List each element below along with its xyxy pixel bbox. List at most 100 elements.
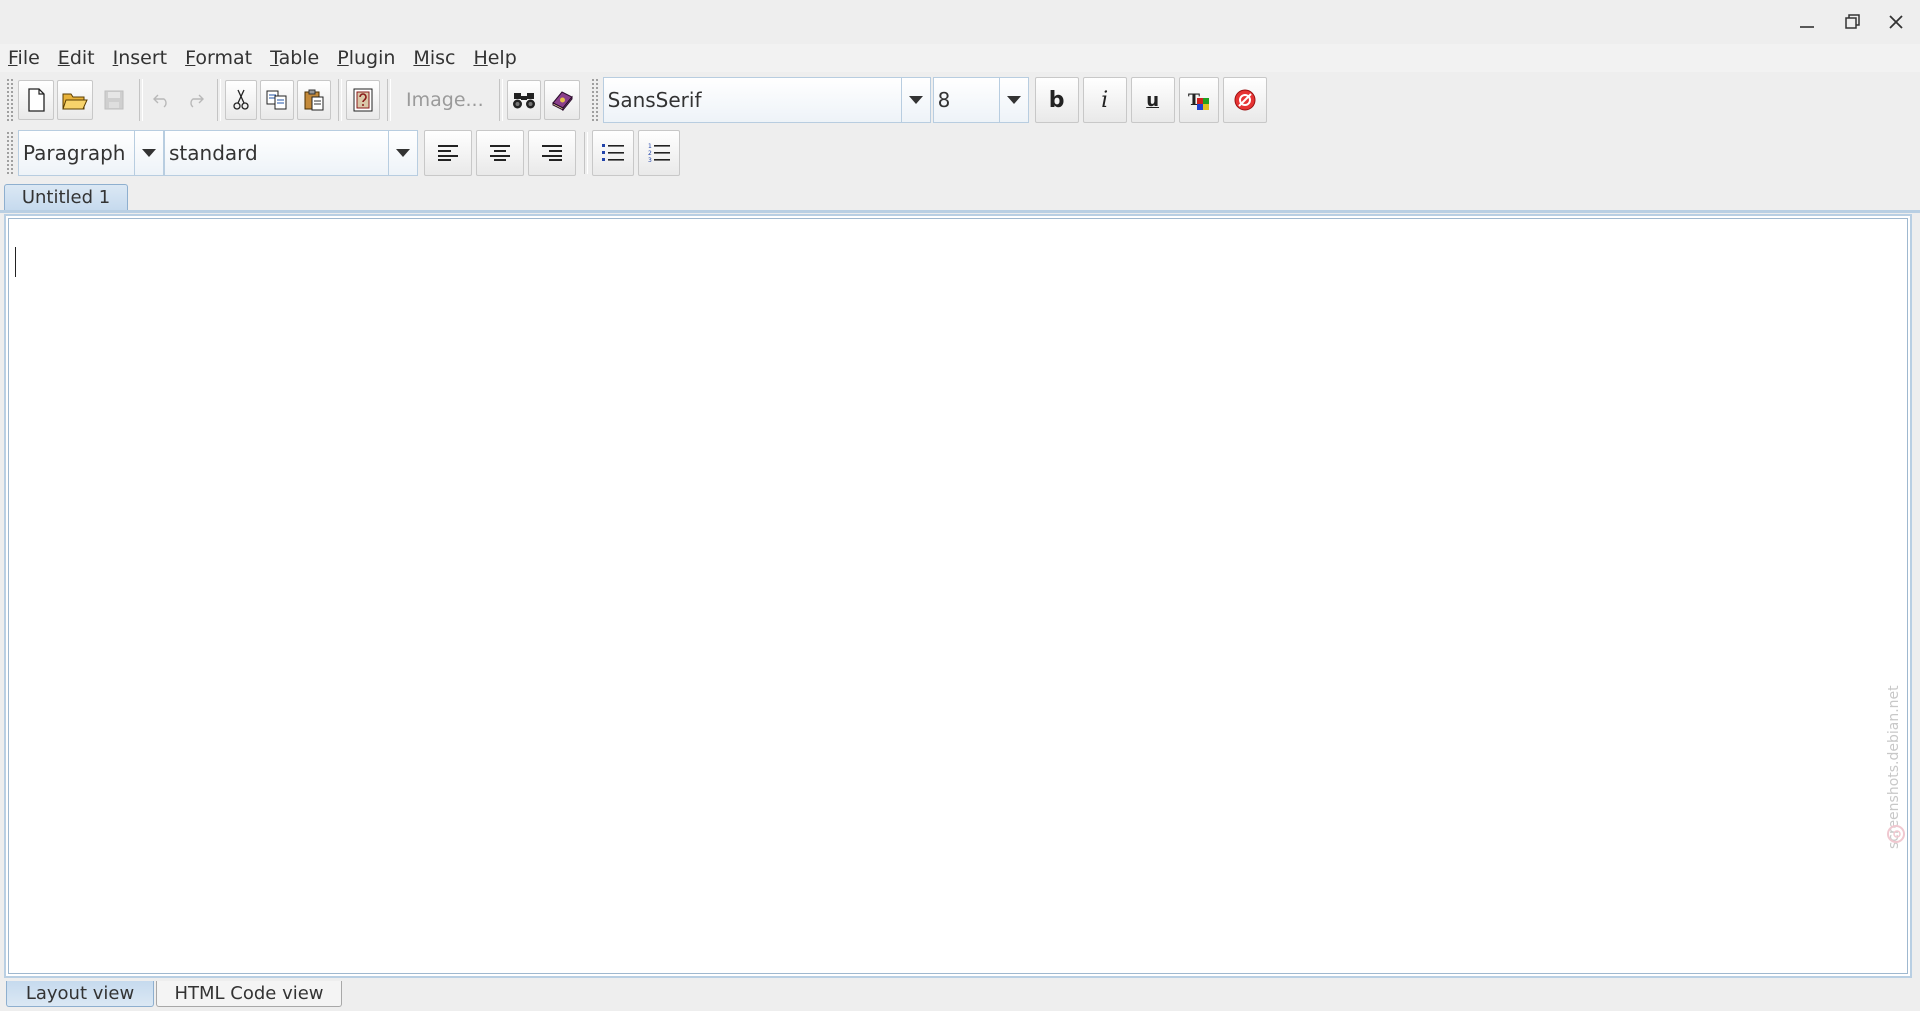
align-left-button[interactable]: [424, 130, 472, 176]
numbered-list-icon: 123: [648, 143, 670, 164]
menu-plugin[interactable]: Plugin: [328, 44, 404, 72]
save-button[interactable]: [96, 80, 132, 120]
close-button[interactable]: [1876, 8, 1916, 36]
editor-text-area[interactable]: screenshots.debian.net: [8, 218, 1908, 974]
text-caret: [15, 247, 16, 277]
menu-insert-label: nsert: [118, 47, 168, 69]
main-toolbar: Image... SansSerif 8 b i u T: [0, 74, 1271, 126]
align-center-button[interactable]: [476, 130, 524, 176]
font-size-value: 8: [937, 88, 951, 112]
paragraph-type-combo[interactable]: Paragraph: [18, 130, 164, 176]
spellcheck-button[interactable]: [543, 80, 580, 120]
menu-plugin-label: lugin: [348, 47, 396, 69]
menu-format[interactable]: Format: [176, 44, 261, 72]
paste-button[interactable]: [297, 80, 331, 120]
tab-html-code-view[interactable]: HTML Code view: [156, 981, 342, 1007]
numbered-list-button[interactable]: 123: [638, 130, 680, 176]
menu-misc-mnemonic: M: [413, 47, 430, 69]
save-icon: [104, 90, 124, 110]
align-center-icon: [490, 145, 510, 161]
toolbar-separator: [584, 132, 588, 174]
minimize-button[interactable]: [1787, 8, 1827, 36]
paragraph-type-dropdown-arrow[interactable]: [134, 131, 163, 175]
text-color-icon: T: [1188, 90, 1209, 110]
italic-button[interactable]: i: [1082, 77, 1127, 123]
insert-image-button[interactable]: Image...: [395, 79, 495, 121]
binoculars-icon: [512, 93, 535, 109]
open-folder-icon: [62, 93, 88, 110]
underline-button[interactable]: u: [1130, 77, 1175, 123]
document-tab-untitled[interactable]: Untitled 1: [4, 184, 128, 210]
toolbar-separator: [498, 79, 503, 121]
tab-layout-view-label: Layout view: [25, 983, 135, 1004]
menu-edit-mnemonic: E: [57, 47, 70, 69]
paragraph-toolbar: Paragraph standard 123: [0, 127, 684, 179]
menu-file[interactable]: File: [0, 44, 49, 72]
menu-table-label: able: [278, 47, 320, 69]
new-document-button[interactable]: [18, 80, 54, 120]
clear-format-button[interactable]: [1222, 77, 1267, 123]
svg-text:1: 1: [648, 143, 652, 150]
toolbar-grip[interactable]: [6, 78, 14, 122]
align-right-icon: [542, 145, 562, 161]
align-right-button[interactable]: [528, 130, 576, 176]
style-dropdown-arrow[interactable]: [388, 131, 417, 175]
style-combo[interactable]: standard: [164, 130, 418, 176]
scissors-icon: [233, 89, 249, 110]
cut-button[interactable]: [225, 80, 257, 120]
menu-file-label: ile: [17, 47, 40, 69]
copy-button[interactable]: [260, 80, 294, 120]
insert-link-button[interactable]: [346, 80, 380, 120]
paste-icon: [304, 89, 324, 111]
font-family-value: SansSerif: [607, 88, 702, 112]
redo-icon: [190, 94, 204, 108]
bullet-list-button[interactable]: [592, 130, 634, 176]
svg-text:3: 3: [648, 157, 652, 164]
font-family-dropdown-arrow[interactable]: [900, 78, 930, 122]
tab-layout-view[interactable]: Layout view: [6, 981, 154, 1007]
undo-button[interactable]: [147, 80, 177, 120]
tab-underline: [0, 210, 1920, 213]
copy-icon: [266, 90, 287, 110]
menu-insert[interactable]: Insert: [104, 44, 177, 72]
menu-help-label: elp: [487, 47, 517, 69]
bold-button[interactable]: b: [1034, 77, 1079, 123]
menu-table-mnemonic: T: [270, 47, 279, 69]
debian-swirl-icon: [1887, 825, 1905, 843]
find-button[interactable]: [506, 80, 541, 120]
chevron-down-icon: [1006, 96, 1021, 104]
open-button[interactable]: [57, 80, 93, 120]
bullet-list-icon: [602, 144, 624, 161]
bold-label: b: [1048, 87, 1065, 113]
text-color-button[interactable]: T: [1178, 77, 1219, 123]
tab-html-code-view-label: HTML Code view: [174, 983, 324, 1004]
menu-misc[interactable]: Misc: [404, 44, 464, 72]
undo-icon: [153, 94, 167, 108]
toolbar-separator: [217, 79, 221, 121]
toolbar-grip[interactable]: [6, 131, 14, 175]
insert-image-label: Image...: [406, 89, 484, 111]
menu-bar: File Edit Insert Format Table Plugin Mis…: [0, 44, 1920, 72]
document-tab-label: Untitled 1: [21, 187, 111, 208]
toolbar-separator: [139, 79, 143, 121]
link-document-icon: [353, 88, 373, 112]
menu-format-mnemonic: F: [185, 47, 196, 69]
title-bar: [0, 0, 1920, 44]
menu-table[interactable]: Table: [261, 44, 328, 72]
watermark: screenshots.debian.net: [1883, 609, 1905, 849]
chevron-down-icon: [908, 96, 923, 104]
align-left-icon: [438, 145, 458, 161]
font-family-combo[interactable]: SansSerif: [602, 77, 931, 123]
font-size-combo[interactable]: 8: [932, 77, 1029, 123]
chevron-down-icon: [142, 149, 156, 157]
menu-format-label: ormat: [195, 47, 253, 69]
menu-edit[interactable]: Edit: [49, 44, 104, 72]
maximize-button[interactable]: [1832, 8, 1872, 36]
menu-help[interactable]: Help: [464, 44, 525, 72]
toolbar-grip[interactable]: [590, 78, 599, 122]
font-size-dropdown-arrow[interactable]: [998, 78, 1028, 122]
menu-plugin-mnemonic: P: [337, 47, 349, 69]
editor-frame: screenshots.debian.net: [4, 214, 1912, 978]
italic-label: i: [1101, 87, 1109, 113]
redo-button[interactable]: [180, 80, 210, 120]
